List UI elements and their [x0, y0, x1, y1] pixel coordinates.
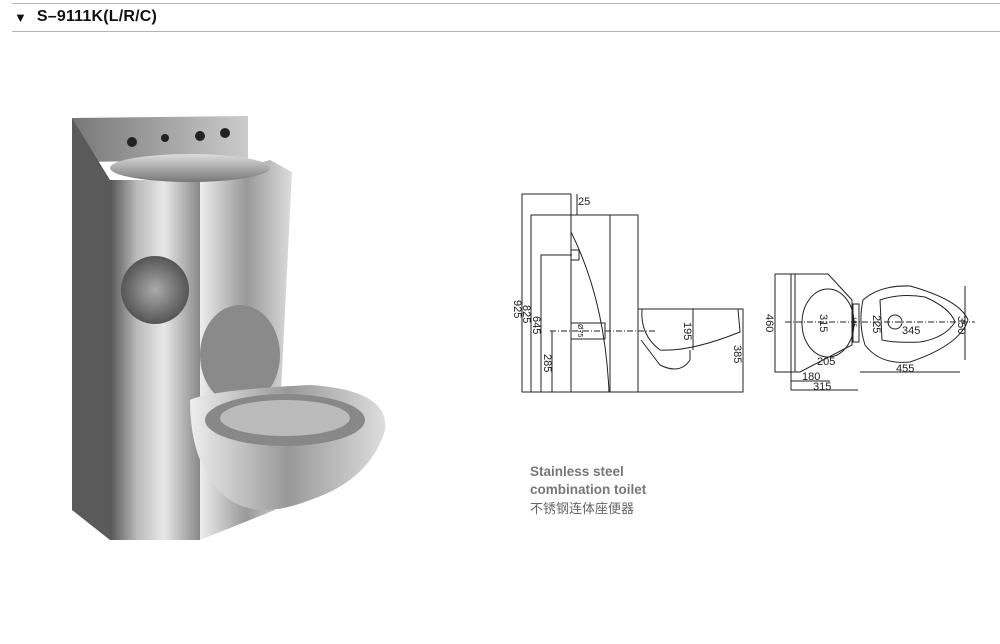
dim-25: 25: [578, 196, 590, 208]
dim-645: 645: [530, 316, 542, 334]
side-view-drawing: 25 925 825 645 285 Ø75 195 385 460 315 1…: [511, 193, 975, 393]
dim-345: 345: [902, 325, 920, 337]
caption-line-1: Stainless steel: [530, 464, 624, 479]
product-caption: Stainless steel combination toilet 不锈钢连体…: [530, 463, 646, 519]
dim-460: 460: [763, 314, 775, 332]
dim-285: 285: [541, 354, 553, 372]
dim-205: 205: [817, 356, 835, 368]
dim-195: 195: [681, 322, 693, 340]
dim-455: 455: [896, 363, 914, 375]
dim-315-seat: 315: [817, 314, 829, 332]
dim-225: 225: [870, 315, 882, 333]
caption-line-2: combination toilet: [530, 482, 647, 497]
caption-chinese: 不锈钢连体座便器: [530, 501, 635, 516]
dim-185: 185: [850, 317, 856, 328]
dim-385: 385: [731, 345, 743, 363]
dim-350: 350: [955, 316, 967, 334]
dim-d75: Ø75: [576, 324, 583, 337]
dim-315-base: 315: [813, 381, 831, 393]
